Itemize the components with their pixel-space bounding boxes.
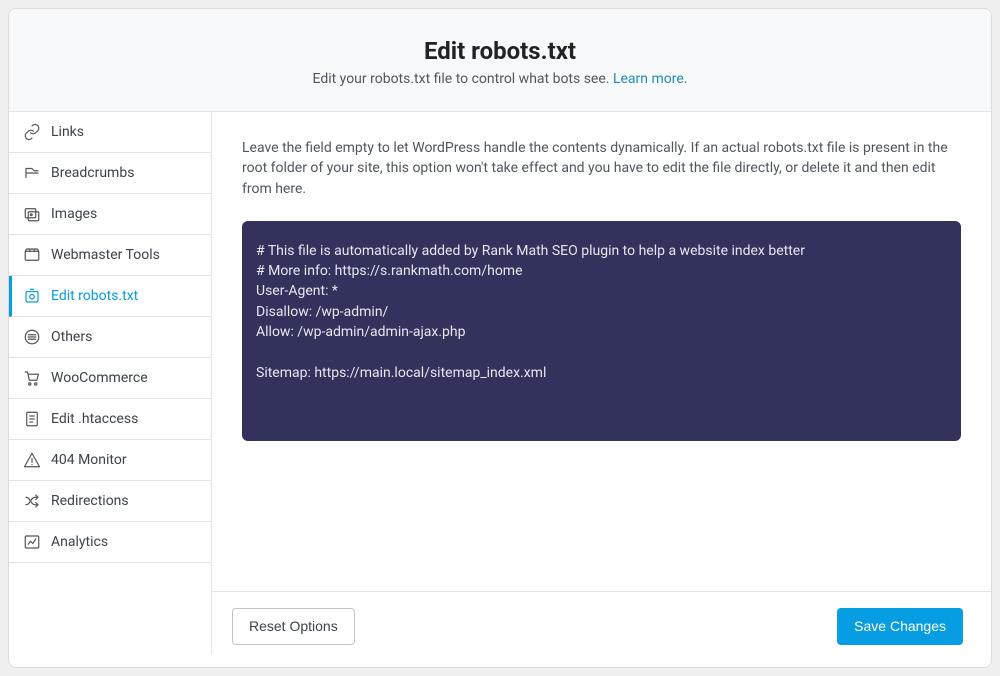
page-header: Edit robots.txt Edit your robots.txt fil… <box>9 9 991 112</box>
settings-panel: Edit robots.txt Edit your robots.txt fil… <box>8 8 992 668</box>
sidebar-item-links[interactable]: Links <box>9 112 211 153</box>
page-subtitle: Edit your robots.txt file to control wha… <box>29 71 971 87</box>
helper-text: Leave the field empty to let WordPress h… <box>242 138 961 199</box>
sidebar-item-htaccess[interactable]: Edit .htaccess <box>9 399 211 440</box>
robots-icon <box>23 287 41 305</box>
sidebar-item-robots[interactable]: Edit robots.txt <box>9 276 211 317</box>
settings-sidebar: Links Breadcrumbs Images W <box>9 112 212 655</box>
robots-txt-editor[interactable] <box>242 221 961 441</box>
page-title: Edit robots.txt <box>29 37 971 65</box>
subtitle-suffix: . <box>684 71 688 87</box>
save-changes-button[interactable]: Save Changes <box>837 608 963 645</box>
sidebar-item-label: Webmaster Tools <box>51 247 160 263</box>
learn-more-link[interactable]: Learn more <box>613 71 684 87</box>
content-area: Leave the field empty to let WordPress h… <box>212 112 991 655</box>
sidebar-item-404[interactable]: 404 Monitor <box>9 440 211 481</box>
analytics-icon <box>23 533 41 551</box>
sidebar-item-label: Images <box>51 206 97 222</box>
sidebar-item-breadcrumbs[interactable]: Breadcrumbs <box>9 153 211 194</box>
htaccess-icon <box>23 410 41 428</box>
sidebar-item-webmaster[interactable]: Webmaster Tools <box>9 235 211 276</box>
body-region: Links Breadcrumbs Images W <box>9 112 991 655</box>
webmaster-icon <box>23 246 41 264</box>
sidebar-item-label: 404 Monitor <box>51 452 127 468</box>
sidebar-item-label: Links <box>51 124 84 140</box>
reset-options-button[interactable]: Reset Options <box>232 608 355 645</box>
sidebar-item-label: Edit .htaccess <box>51 411 138 427</box>
redirections-icon <box>23 492 41 510</box>
warning-icon <box>23 451 41 469</box>
links-icon <box>23 123 41 141</box>
sidebar-item-label: Analytics <box>51 534 108 550</box>
sidebar-item-images[interactable]: Images <box>9 194 211 235</box>
sidebar-item-others[interactable]: Others <box>9 317 211 358</box>
sidebar-item-label: Others <box>51 329 92 345</box>
sidebar-item-woocommerce[interactable]: WooCommerce <box>9 358 211 399</box>
woocommerce-icon <box>23 369 41 387</box>
sidebar-item-label: WooCommerce <box>51 370 148 386</box>
subtitle-text: Edit your robots.txt file to control wha… <box>313 71 613 87</box>
sidebar-item-redirections[interactable]: Redirections <box>9 481 211 522</box>
sidebar-item-label: Redirections <box>51 493 129 509</box>
footer-actions: Reset Options Save Changes <box>212 591 991 667</box>
breadcrumbs-icon <box>23 164 41 182</box>
sidebar-item-label: Edit robots.txt <box>51 288 138 304</box>
sidebar-item-analytics[interactable]: Analytics <box>9 522 211 563</box>
sidebar-item-label: Breadcrumbs <box>51 165 134 181</box>
images-icon <box>23 205 41 223</box>
others-icon <box>23 328 41 346</box>
